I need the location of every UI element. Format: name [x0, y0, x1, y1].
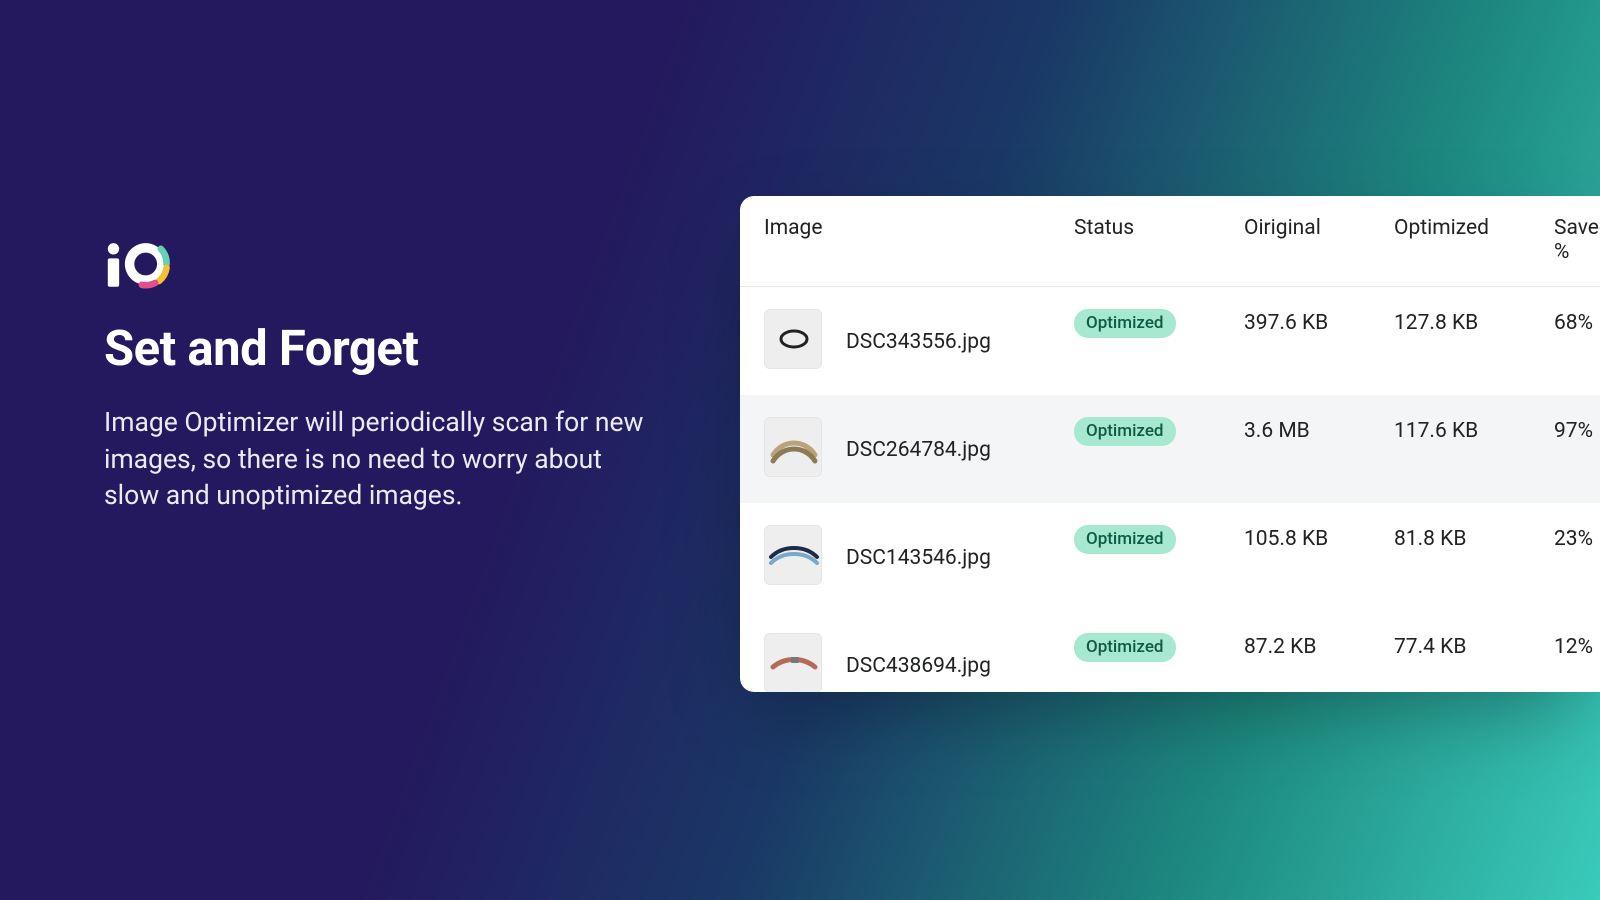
optimized-size: 77.4 KB	[1394, 633, 1554, 659]
status-badge: Optimized	[1074, 309, 1176, 338]
hero-subtitle: Image Optimizer will periodically scan f…	[104, 405, 644, 515]
original-size: 105.8 KB	[1244, 525, 1394, 551]
filename: DSC143546.jpg	[846, 540, 991, 570]
status-badge: Optimized	[1074, 417, 1176, 446]
image-cell: DSC343556.jpg	[764, 309, 1074, 369]
filename: DSC438694.jpg	[846, 648, 991, 678]
col-header-saved: Saved %	[1554, 216, 1600, 264]
hero-section: Set and Forget Image Optimizer will peri…	[104, 236, 644, 515]
table-row: DSC343556.jpg Optimized 397.6 KB 127.8 K…	[740, 287, 1600, 395]
filename: DSC343556.jpg	[846, 324, 991, 354]
status-cell: Optimized	[1074, 525, 1244, 554]
col-header-optimized: Optimized	[1394, 216, 1554, 240]
col-header-status: Status	[1074, 216, 1244, 240]
original-size: 397.6 KB	[1244, 309, 1394, 335]
original-size: 87.2 KB	[1244, 633, 1394, 659]
table-row: DSC143546.jpg Optimized 105.8 KB 81.8 KB…	[740, 503, 1600, 611]
table-row: DSC264784.jpg Optimized 3.6 MB 117.6 KB …	[740, 395, 1600, 503]
saved-percent: 68%	[1554, 309, 1593, 335]
status-badge: Optimized	[1074, 525, 1176, 554]
status-cell: Optimized	[1074, 309, 1244, 338]
results-table: Image Status Oiriginal Optimized Saved %…	[740, 196, 1600, 692]
table-header-row: Image Status Oiriginal Optimized Saved %	[740, 196, 1600, 287]
io-logo-icon	[104, 236, 176, 292]
status-badge: Optimized	[1074, 633, 1176, 662]
optimized-size: 127.8 KB	[1394, 309, 1554, 335]
image-cell: DSC438694.jpg	[764, 633, 1074, 692]
status-cell: Optimized	[1074, 417, 1244, 446]
original-size: 3.6 MB	[1244, 417, 1394, 443]
col-header-image: Image	[764, 216, 1074, 240]
thumbnail-icon	[764, 633, 822, 692]
thumbnail-icon	[764, 417, 822, 477]
image-cell: DSC143546.jpg	[764, 525, 1074, 585]
thumbnail-icon	[764, 309, 822, 369]
status-cell: Optimized	[1074, 633, 1244, 662]
saved-percent: 97%	[1554, 417, 1593, 443]
saved-percent: 12%	[1554, 633, 1593, 659]
hero-title: Set and Forget	[104, 320, 644, 377]
saved-percent: 23%	[1554, 525, 1593, 551]
optimized-size: 81.8 KB	[1394, 525, 1554, 551]
optimized-size: 117.6 KB	[1394, 417, 1554, 443]
col-header-original: Oiriginal	[1244, 216, 1394, 240]
table-row: DSC438694.jpg Optimized 87.2 KB 77.4 KB …	[740, 611, 1600, 692]
thumbnail-icon	[764, 525, 822, 585]
image-cell: DSC264784.jpg	[764, 417, 1074, 477]
filename: DSC264784.jpg	[846, 432, 991, 462]
